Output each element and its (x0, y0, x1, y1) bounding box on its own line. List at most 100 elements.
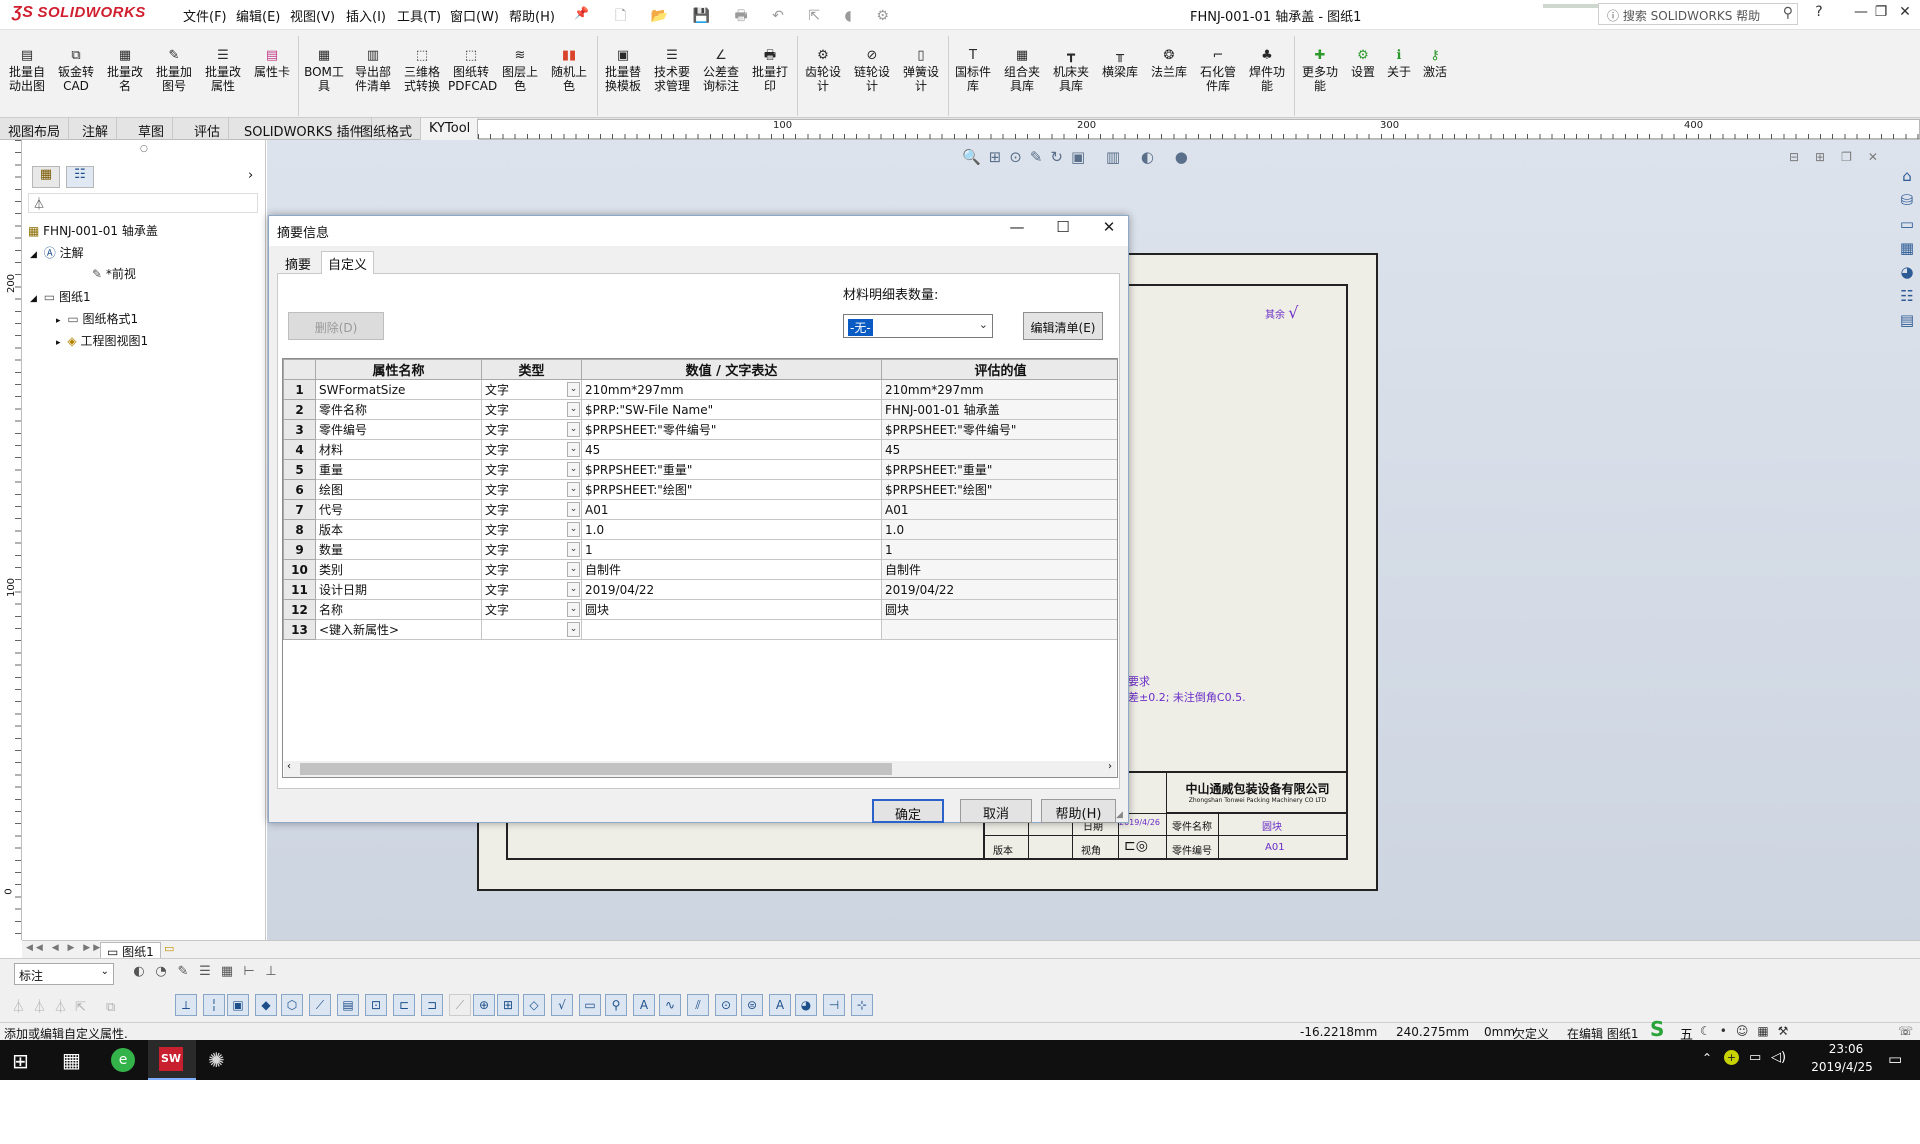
properties-grid[interactable]: 属性名称 类型 数值 / 文字表达 评估的值 1 SWFormatSize 文字 ⌄ 2… (282, 358, 1118, 778)
tab-sketch[interactable]: 草图 (130, 118, 174, 140)
tool-std-parts[interactable]: T 国标件库 (950, 48, 996, 93)
type-dropdown-icon[interactable]: ⌄ (567, 442, 580, 457)
text-icon[interactable]: A (633, 994, 655, 1016)
property-value-cell[interactable]: $PRP:"SW-File Name" (581, 399, 882, 420)
tool-export-list[interactable]: ▥ 导出部件清单 (350, 48, 396, 93)
property-value-cell[interactable] (581, 619, 882, 640)
menu-insert[interactable]: 插入(I) (346, 6, 386, 25)
property-value-cell[interactable]: A01 (581, 499, 882, 520)
tree-item-sheet1[interactable]: ◢ ▭ 图纸1 (30, 288, 91, 305)
chat-icon[interactable]: ☏ (1898, 1024, 1913, 1038)
menu-window[interactable]: 窗口(W) (450, 6, 499, 25)
table-row[interactable]: 9 数量 文字 ⌄ 1 1 (283, 539, 1117, 560)
cancel-button[interactable]: 取消 (960, 799, 1032, 823)
property-value-cell[interactable]: 45 (581, 439, 882, 460)
menu-tools[interactable]: 工具(T) (397, 6, 441, 25)
tool-batch-rename[interactable]: ▦ 批量改名 (102, 48, 148, 93)
rect-icon[interactable]: ▣ (227, 994, 249, 1016)
property-value-cell[interactable]: $PRPSHEET:"绘图" (581, 479, 882, 500)
scroll-thumb[interactable] (300, 763, 892, 775)
volume-icon[interactable]: ◁) (1771, 1050, 1786, 1065)
property-tab-icon[interactable]: ☷ (66, 166, 94, 188)
hole-icon[interactable]: ⊣ (823, 994, 845, 1016)
add-sheet-icon[interactable]: ▭ (164, 942, 174, 955)
table-row[interactable]: 12 名称 文字 ⌄ 圆块 圆块 (283, 599, 1117, 620)
col-header-value[interactable]: 数值 / 文字表达 (581, 359, 882, 380)
tool-activate[interactable]: ⚷ 激活 (1412, 48, 1458, 79)
menu-help[interactable]: 帮助(H) (509, 6, 555, 25)
tree-root[interactable]: ▦ FHNJ-001-01 轴承盖 (28, 222, 158, 239)
horizontal-scrollbar[interactable]: ‹ › (284, 761, 1116, 777)
type-dropdown-icon[interactable]: ⌄ (567, 622, 580, 637)
property-value-cell[interactable]: 圆块 (581, 599, 882, 620)
tool-tech-req[interactable]: ☰ 技术要求管理 (649, 48, 695, 93)
tab-view-layout[interactable]: 视图布局 (0, 118, 70, 140)
close-button[interactable]: ✕ (1894, 4, 1916, 20)
tool-pdf-cad[interactable]: ⬚ 图纸转PDFCAD (448, 48, 497, 93)
table-row[interactable]: 2 零件名称 文字 ⌄ $PRP:"SW-File Name" FHNJ-001-01 轴… (283, 399, 1117, 420)
center-mark-icon[interactable]: ◕ (795, 994, 817, 1016)
table-row[interactable]: 3 零件编号 文字 ⌄ $PRPSHEET:"零件编号" $PRPSHEET:"零件编号" (283, 419, 1117, 440)
property-name-cell[interactable]: <键入新属性> (315, 619, 482, 640)
frame-icon[interactable]: ⊏ (393, 994, 415, 1016)
table-row[interactable]: 6 绘图 文字 ⌄ $PRPSHEET:"绘图" $PRPSHEET:"绘图" (283, 479, 1117, 500)
type-dropdown-icon[interactable]: ⌄ (567, 402, 580, 417)
hatch-icon[interactable]: ⫽ (687, 994, 709, 1016)
tree-item-annotations[interactable]: ◢ Ⓐ 注解 (30, 244, 84, 261)
tool-random-color[interactable]: ▮▮ 随机上色 (546, 48, 592, 93)
calculator-icon[interactable]: ▦ (62, 1048, 81, 1072)
property-value-cell[interactable]: 1.0 (581, 519, 882, 540)
viewport-controls[interactable]: ⊟⊞❐✕ (1789, 150, 1894, 164)
layer-select[interactable]: 标注 ⌄ (14, 963, 114, 985)
collapse-icon[interactable]: ◢ (30, 294, 40, 304)
check-icon[interactable]: √ (551, 994, 573, 1016)
table-row[interactable]: 1 SWFormatSize 文字 ⌄ 210mm*297mm 210mm*297mm (283, 379, 1117, 400)
table-row[interactable]: 8 版本 文字 ⌄ 1.0 1.0 (283, 519, 1117, 540)
table-row[interactable]: 5 重量 文字 ⌄ $PRPSHEET:"重量" $PRPSHEET:"重量" (283, 459, 1117, 480)
feature-tree-tab-icon[interactable]: ▦ (32, 166, 60, 188)
paint-app-icon[interactable]: ✺ (208, 1048, 225, 1072)
tab-annotation[interactable]: 注解 (74, 118, 118, 140)
scroll-left-icon[interactable]: ‹ (287, 761, 291, 772)
shape-icon[interactable]: ◆ (255, 994, 277, 1016)
network-icon[interactable]: ▭ (1749, 1050, 1761, 1065)
select-tools[interactable]: ⏃⏃⏃⇱ ⧉ (12, 996, 123, 1015)
property-type-cell[interactable]: 文字 ⌄ (481, 459, 582, 480)
tool-tolerance[interactable]: ∠ 公差查询标注 (698, 48, 744, 93)
sheet-nav-icons[interactable]: ◀◀ ◀ ▶ ▶▶ (26, 943, 103, 953)
expand-icon[interactable]: ▸ (56, 338, 63, 348)
windows-start-icon[interactable]: ⊞ (12, 1049, 29, 1073)
table-row[interactable]: 4 材料 文字 ⌄ 45 45 (283, 439, 1117, 460)
property-type-cell[interactable]: 文字 ⌄ (481, 379, 582, 400)
property-name-cell[interactable]: 设计日期 (315, 579, 482, 600)
clock-time[interactable]: 23:06 (1816, 1042, 1876, 1056)
tool-gear[interactable]: ⚙ 齿轮设计 (800, 48, 846, 93)
panel-grip-icon[interactable]: ○ (140, 144, 148, 154)
property-type-cell[interactable]: 文字 ⌄ (481, 579, 582, 600)
help-button-dialog[interactable]: 帮助(H) (1041, 799, 1116, 823)
box-icon[interactable]: ⬡ (281, 994, 303, 1016)
tool-batch-number[interactable]: ✎ 批量加图号 (151, 48, 197, 93)
type-dropdown-icon[interactable]: ⌄ (567, 502, 580, 517)
expand-icon[interactable]: ▸ (56, 316, 63, 326)
property-name-cell[interactable]: 代号 (315, 499, 482, 520)
property-name-cell[interactable]: 类别 (315, 559, 482, 580)
scroll-right-icon[interactable]: › (1108, 761, 1112, 772)
property-type-cell[interactable]: 文字 ⌄ (481, 519, 582, 540)
property-type-cell[interactable]: 文字 ⌄ (481, 439, 582, 460)
type-dropdown-icon[interactable]: ⌄ (567, 482, 580, 497)
search-icon[interactable]: ⚲ (605, 994, 627, 1016)
property-name-cell[interactable]: 名称 (315, 599, 482, 620)
ok-button[interactable]: 确定 (872, 799, 944, 823)
tray-app-icon[interactable]: + (1724, 1050, 1739, 1065)
help-button[interactable]: ? (1808, 4, 1830, 20)
type-dropdown-icon[interactable]: ⌄ (567, 382, 580, 397)
search-icon[interactable]: ⚲ (1783, 5, 1793, 21)
property-value-cell[interactable]: 自制件 (581, 559, 882, 580)
property-type-cell[interactable]: 文字 ⌄ (481, 559, 582, 580)
curve-icon[interactable]: ⟋ (309, 994, 331, 1016)
menu-edit[interactable]: 编辑(E) (236, 6, 280, 25)
property-name-cell[interactable]: 重量 (315, 459, 482, 480)
property-name-cell[interactable]: SWFormatSize (315, 379, 482, 400)
type-dropdown-icon[interactable]: ⌄ (567, 562, 580, 577)
